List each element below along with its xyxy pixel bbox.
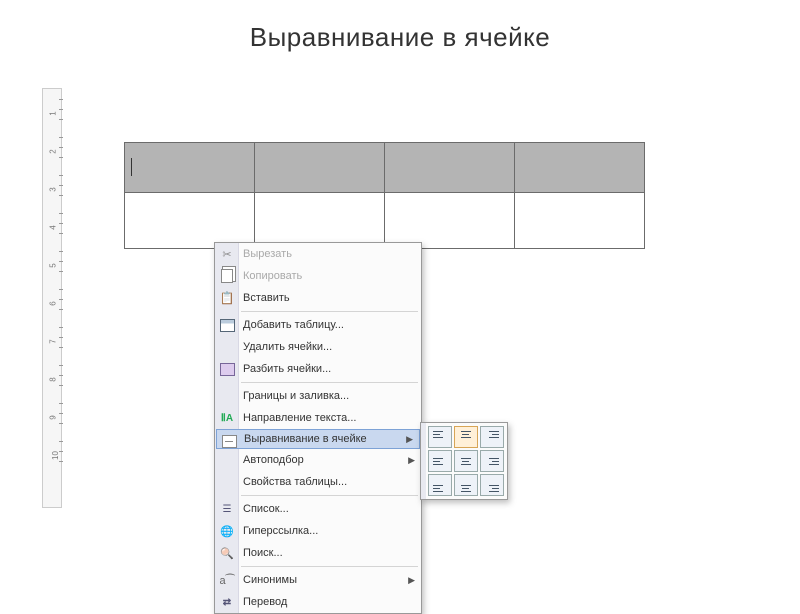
ruler-number: 10 [51, 451, 60, 460]
align-glyph-icon [432, 454, 448, 468]
copy-icon [219, 268, 235, 284]
align-glyph-icon [432, 430, 448, 444]
menu-item-autofit[interactable]: Автоподбор▶ [215, 449, 421, 471]
align-glyph-icon [458, 478, 474, 492]
txtdir-icon [219, 410, 235, 426]
submenu-arrow-icon: ▶ [408, 455, 415, 466]
menu-item-label: Разбить ячейки... [243, 363, 415, 375]
ruler-number: 2 [49, 149, 58, 153]
align-glyph-icon [484, 478, 500, 492]
ruler-number: 4 [49, 225, 58, 229]
align-glyph-icon [432, 478, 448, 492]
align-middle-center[interactable] [454, 450, 478, 472]
menu-item-list[interactable]: Список... [215, 498, 421, 520]
ruler-number: 6 [49, 301, 58, 305]
list-icon [219, 501, 235, 517]
table-cell[interactable] [255, 193, 385, 249]
cut-icon [219, 246, 235, 262]
context-menu: Вырезать Копировать Вставить Добавить табли… [214, 242, 422, 614]
link-icon [219, 523, 235, 539]
align-glyph-icon [458, 430, 474, 444]
menu-separator [241, 495, 418, 496]
trans-icon [219, 594, 235, 610]
vertical-ruler: 1 2 3 4 5 6 7 8 9 10 [42, 88, 62, 508]
menu-item-paste[interactable]: Вставить [215, 287, 421, 309]
ruler-number: 7 [49, 339, 58, 343]
menu-separator [241, 382, 418, 383]
menu-item-label: Направление текста... [243, 412, 415, 424]
table-row[interactable] [125, 143, 645, 193]
ruler-number: 8 [49, 377, 58, 381]
menu-item-hyperlink[interactable]: Гиперссылка... [215, 520, 421, 542]
ruler-number: 3 [49, 187, 58, 191]
word-table[interactable] [124, 142, 645, 249]
menu-item-label: Удалить ячейки... [243, 341, 415, 353]
find-icon [219, 545, 235, 561]
submenu-icon-column [421, 423, 426, 499]
menu-item-translate[interactable]: Перевод [215, 591, 421, 613]
table-cell[interactable] [515, 143, 645, 193]
table-cell[interactable] [515, 193, 645, 249]
align-middle-right[interactable] [480, 450, 504, 472]
align-glyph-icon [458, 454, 474, 468]
align-glyph-icon [484, 454, 500, 468]
menu-item-cell-align[interactable]: Выравнивание в ячейке▶ [216, 429, 420, 449]
align-top-right[interactable] [480, 426, 504, 448]
menu-item-borders[interactable]: Границы и заливка... [215, 385, 421, 407]
submenu-arrow-icon: ▶ [408, 575, 415, 586]
menu-item-label: Добавить таблицу... [243, 319, 415, 331]
menu-item-label: Границы и заливка... [243, 390, 415, 402]
split-icon [219, 361, 235, 377]
ruler-number: 9 [49, 415, 58, 419]
align-bottom-left[interactable] [428, 474, 452, 496]
menu-item-label: Вставить [243, 292, 415, 304]
menu-item-label: Свойства таблицы... [243, 476, 415, 488]
menu-item-text-dir[interactable]: Направление текста... [215, 407, 421, 429]
menu-item-find[interactable]: Поиск... [215, 542, 421, 564]
slide-title: Выравнивание в ячейке [0, 0, 800, 69]
table-cell[interactable] [255, 143, 385, 193]
menu-item-tbl-props[interactable]: Свойства таблицы... [215, 471, 421, 493]
menu-item-label: Копировать [243, 270, 415, 282]
cell-alignment-submenu [420, 422, 508, 500]
menu-item-copy: Копировать [215, 265, 421, 287]
align-bottom-center[interactable] [454, 474, 478, 496]
menu-item-label: Список... [243, 503, 415, 515]
menu-item-insert-tbl[interactable]: Добавить таблицу... [215, 314, 421, 336]
table-cell[interactable] [385, 193, 515, 249]
table-cell[interactable] [125, 143, 255, 193]
menu-item-label: Синонимы [243, 574, 408, 586]
trans2-icon [219, 572, 235, 588]
align-middle-left[interactable] [428, 450, 452, 472]
menu-item-label: Автоподбор [243, 454, 408, 466]
menu-item-split[interactable]: Разбить ячейки... [215, 358, 421, 380]
document-area: 1 2 3 4 5 6 7 8 9 10 Вырезать Копировать Вставить До… [42, 88, 780, 570]
menu-item-label: Гиперссылка... [243, 525, 415, 537]
paste-icon [219, 290, 235, 306]
menu-item-label: Поиск... [243, 547, 415, 559]
align-bottom-right[interactable] [480, 474, 504, 496]
menu-item-label: Вырезать [243, 248, 415, 260]
menu-separator [241, 566, 418, 567]
align-top-center[interactable] [454, 426, 478, 448]
menu-item-synonyms[interactable]: Синонимы▶ [215, 569, 421, 591]
text-cursor [131, 158, 132, 176]
table-cell[interactable] [385, 143, 515, 193]
menu-separator [241, 311, 418, 312]
align-icon [221, 433, 237, 449]
align-top-left[interactable] [428, 426, 452, 448]
menu-item-label: Перевод [243, 596, 415, 608]
menu-item-cut: Вырезать [215, 243, 421, 265]
ruler-number: 1 [49, 111, 58, 115]
align-glyph-icon [484, 430, 500, 444]
addtbl-icon [219, 317, 235, 333]
ruler-number: 5 [49, 263, 58, 267]
menu-item-label: Выравнивание в ячейке [244, 433, 406, 445]
table-cell[interactable] [125, 193, 255, 249]
submenu-arrow-icon: ▶ [406, 434, 413, 445]
menu-item-del-cells[interactable]: Удалить ячейки... [215, 336, 421, 358]
table-row[interactable] [125, 193, 645, 249]
table-canvas [124, 142, 645, 249]
